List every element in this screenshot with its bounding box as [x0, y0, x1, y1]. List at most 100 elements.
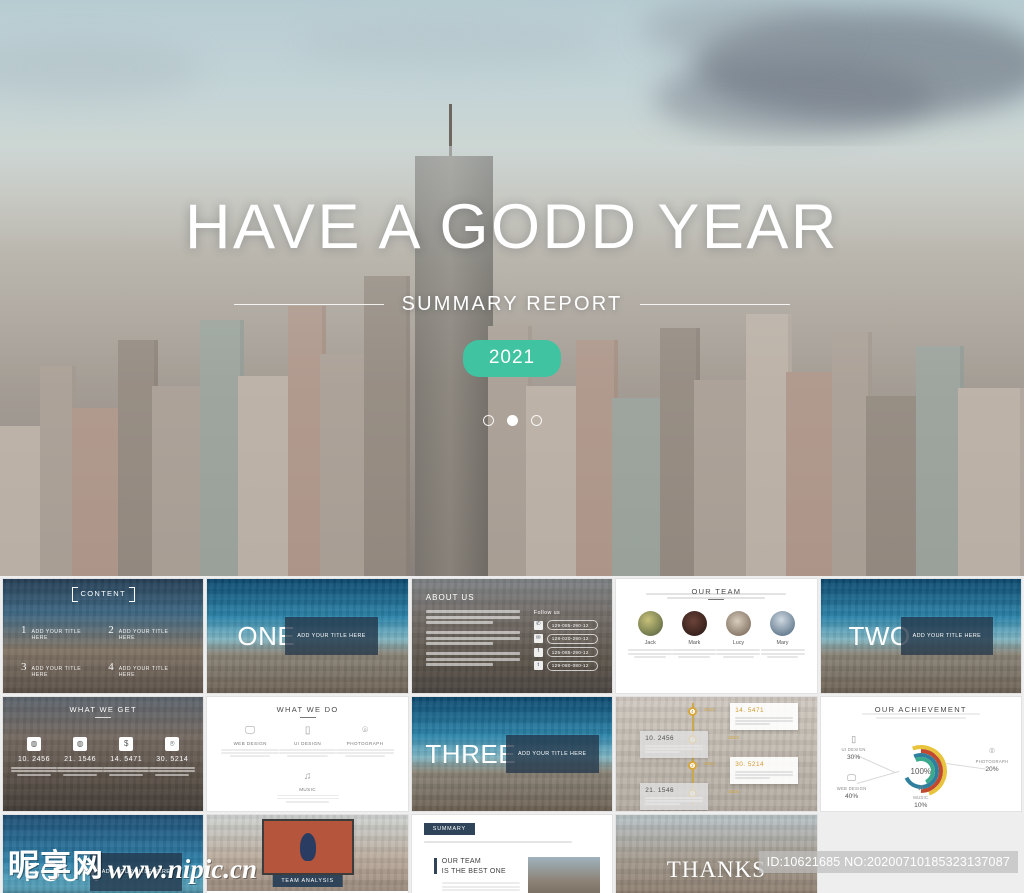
thumb-section-one[interactable]: ONE ADD YOUR TITLE HERE — [206, 578, 409, 694]
carousel-dot-3[interactable] — [530, 415, 542, 426]
text-line — [221, 752, 279, 754]
section-word: THREE — [425, 738, 517, 769]
text-line — [672, 649, 717, 652]
text-line — [678, 656, 711, 658]
drop-icon: ◍ — [27, 737, 42, 751]
service-row: 🖵 WEB DESIGN ▯ UI DESIGN ⌾ PHOTOGRAPH — [221, 725, 394, 759]
camera-icon: ⌾ — [165, 737, 180, 751]
service-grid: 🖵 WEB DESIGN ▯ UI DESIGN ⌾ PHOTOGRAPH ♫ … — [221, 725, 394, 804]
carousel-dot-2-active[interactable] — [506, 415, 518, 426]
contact-row: t 129-080-080-12 — [533, 660, 599, 671]
member-name: Lucy — [732, 640, 745, 647]
service-name: PHOTOGRAPH — [346, 741, 384, 746]
section-card: ADD YOUR TITLE HERE — [900, 617, 994, 655]
item-label: ADD YOUR TITLE HERE — [118, 629, 169, 641]
monitor-icon: 🖵 — [245, 725, 255, 736]
image-id-watermark: ID:10621685 NO:20200710185323137087 — [758, 851, 1018, 873]
slide-heading: CONTENT — [80, 589, 126, 598]
thumb-content-slide[interactable]: CONTENT 1 ADD YOUR TITLE HERE 2 ADD YOUR… — [2, 578, 205, 694]
stat-value: 14. 5471 — [110, 756, 143, 763]
service-name: WEB DESIGN — [233, 741, 267, 746]
carousel-dot-1[interactable] — [482, 415, 494, 426]
stat-value: 30. 5214 — [156, 756, 189, 763]
section-card-text: ADD YOUR TITLE HERE — [518, 750, 587, 757]
member-bio — [716, 649, 761, 658]
text-line — [634, 656, 667, 658]
site-watermark: 昵享网 www.nipic.cn — [8, 840, 257, 885]
text-line — [645, 803, 680, 805]
slide-badge: TEAM ANALYSIS — [272, 875, 343, 887]
summary-headline-1: OUR TEAM — [441, 858, 482, 865]
list-item: Mary — [760, 611, 805, 659]
text-line — [735, 723, 770, 725]
divider-right — [640, 304, 791, 305]
chart-label: ⌾ PHOTOGRAPH 20% — [967, 745, 1017, 773]
thumb-what-we-get[interactable]: WHAT WE GET ◍ 10. 2456 ◍ 21. 1546 $ 14. … — [2, 696, 205, 812]
text-line — [735, 774, 794, 776]
thumb-our-team[interactable]: OUR TEAM Jack Mark Lucy Mary — [615, 578, 818, 694]
text-line — [278, 749, 337, 751]
text-line — [425, 642, 494, 645]
slide-heading: WHAT WE GET — [69, 705, 137, 714]
text-line — [276, 794, 339, 797]
contact-value: 129-080-080-12 — [546, 660, 599, 671]
segment-percent: 10% — [914, 802, 928, 809]
text-line — [760, 652, 805, 655]
text-line — [425, 657, 520, 661]
hero-content: HAVE A GODD YEAR SUMMARY REPORT 2021 — [0, 196, 1024, 426]
stat-value: 21. 1546 — [64, 756, 97, 763]
list-item: ▯ UI DESIGN — [278, 725, 337, 759]
about-paragraphs — [425, 610, 520, 674]
item-label: ADD YOUR TITLE HERE — [31, 666, 82, 678]
text-line — [103, 770, 150, 773]
thumb-our-achievement[interactable]: OUR ACHIEVEMENT 100% ▯ UI DESIGN 30% ⌾ P… — [819, 696, 1022, 812]
chart-label: ▯ UI DESIGN 30% — [829, 733, 879, 761]
timeline-value: 14. 5471 — [735, 707, 765, 714]
thumb-timeline-slide[interactable]: 4 3 2 1 2012 2013 2014 2015 14. 5471 10.… — [615, 696, 818, 812]
member-name: Jack — [644, 640, 656, 647]
watermark-cn-text: 昵享网 — [8, 848, 104, 883]
section-card: ADD YOUR TITLE HERE — [506, 735, 599, 773]
text-line — [285, 800, 330, 803]
stat-row: ◍ 10. 2456 ◍ 21. 1546 $ 14. 5471 ⌾ 30. 5… — [11, 737, 196, 777]
thumb-section-two[interactable]: TWO ADD YOUR TITLE HERE — [819, 578, 1022, 694]
thumb-about-us[interactable]: ABOUT US Follow us ✆ 129-085-290-12 ✉ 12… — [410, 578, 614, 694]
list-item: Jack — [628, 611, 673, 659]
heading-underline — [299, 717, 316, 718]
contact-row: ✆ 129-085-290-12 — [533, 620, 599, 630]
heading-underline — [95, 717, 112, 718]
summary-headline-2: IS THE BEST ONE — [441, 868, 506, 876]
monitor-icon: 🖵 — [847, 772, 856, 783]
text-line — [276, 797, 339, 800]
slide-heading: ABOUT US — [425, 593, 475, 602]
thumb-section-three[interactable]: THREE ADD YOUR TITLE HERE — [410, 696, 614, 812]
slide-heading-wrap: WHAT WE GET — [3, 705, 203, 718]
text-line — [425, 615, 520, 619]
member-bio — [760, 649, 805, 658]
heading-underline — [708, 599, 725, 600]
text-line — [735, 717, 794, 719]
monitor-graphic — [261, 819, 354, 875]
list-item: 1 ADD YOUR TITLE HERE — [21, 624, 98, 641]
segment-name: PHOTOGRAPH — [975, 759, 1009, 764]
facebook-icon: f — [533, 647, 543, 657]
segment-name: WEB DESIGN — [836, 786, 867, 791]
slide-heading: OUR ACHIEVEMENT — [874, 705, 967, 714]
segment-name: MUSIC — [913, 795, 929, 800]
text-line — [645, 797, 704, 799]
list-item: 🖵 WEB DESIGN — [221, 725, 279, 759]
contact-value: 125-085-290-12 — [546, 647, 599, 657]
twitter-icon: t — [533, 661, 543, 670]
slide-heading-wrap: OUR TEAM — [616, 587, 816, 600]
thumb-summary-slide[interactable]: SUMMARY OUR TEAM IS THE BEST ONE — [410, 814, 614, 893]
summary-image — [527, 857, 601, 893]
member-bio — [628, 649, 673, 658]
carousel-dots[interactable] — [0, 415, 1024, 426]
stat-description — [103, 767, 150, 776]
bracket-frame: CONTENT — [71, 587, 136, 602]
text-line — [344, 755, 386, 758]
text-line — [645, 748, 704, 750]
member-name: Mary — [776, 640, 789, 647]
section-card-text: ADD YOUR TITLE HERE — [912, 632, 982, 639]
thumb-what-we-do[interactable]: WHAT WE DO 🖵 WEB DESIGN ▯ UI DESIGN ⌾ PH… — [206, 696, 409, 812]
